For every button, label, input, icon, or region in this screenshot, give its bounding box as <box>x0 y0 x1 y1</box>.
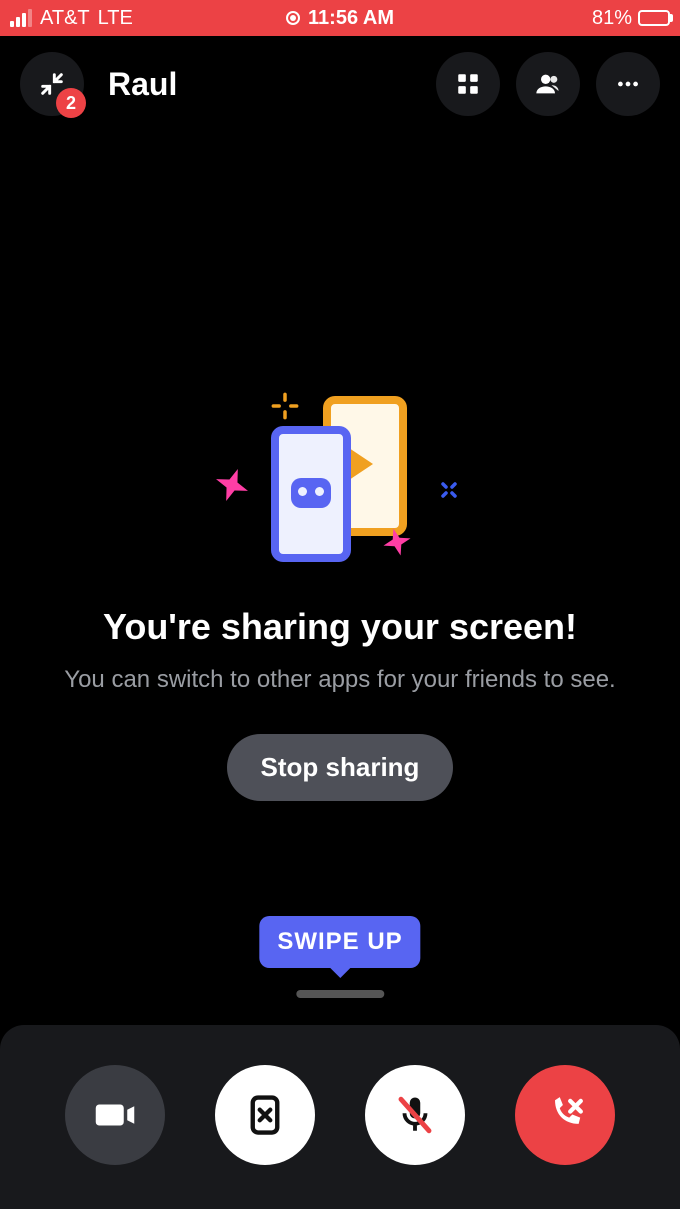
people-icon <box>534 70 562 98</box>
call-title: Raul <box>108 66 177 103</box>
call-controls-sheet <box>0 1025 680 1209</box>
status-left: AT&T LTE <box>10 7 133 30</box>
header-right <box>436 52 660 116</box>
clock-label: 11:56 AM <box>308 7 394 30</box>
sparkle-icon <box>271 392 299 420</box>
hangup-icon <box>544 1094 586 1136</box>
stop-sharing-button[interactable]: Stop sharing <box>227 734 454 801</box>
swipe-up-tooltip: SWIPE UP <box>259 916 420 968</box>
swipe-handle[interactable] <box>296 990 384 998</box>
carrier-label: AT&T <box>40 7 90 30</box>
discord-face-icon <box>291 478 331 508</box>
screen-share-illustration <box>215 386 465 576</box>
stop-screenshare-icon <box>244 1094 286 1136</box>
status-right: 81% <box>592 7 670 30</box>
sparkle-icon <box>383 528 411 556</box>
camera-toggle-button[interactable] <box>65 1065 165 1165</box>
call-header: 2 Raul <box>0 36 680 116</box>
badge-count: 2 <box>66 93 76 114</box>
stop-screenshare-button[interactable] <box>215 1065 315 1165</box>
more-icon <box>615 71 641 97</box>
mute-toggle-button[interactable] <box>365 1065 465 1165</box>
sharing-heading: You're sharing your screen! <box>0 606 680 648</box>
signal-strength-icon <box>10 9 32 27</box>
mic-muted-icon <box>394 1094 436 1136</box>
status-center: 11:56 AM <box>286 7 394 30</box>
hangup-button[interactable] <box>515 1065 615 1165</box>
sparkle-icon <box>437 478 461 502</box>
swipe-up-area[interactable]: SWIPE UP <box>259 916 420 998</box>
sharing-subtext: You can switch to other apps for your fr… <box>0 666 680 694</box>
screen-share-main: You're sharing your screen! You can swit… <box>0 116 680 801</box>
notification-badge: 2 <box>56 88 86 118</box>
status-bar: AT&T LTE 11:56 AM 81% <box>0 0 680 36</box>
arrow-right-icon <box>349 448 373 480</box>
grid-icon <box>455 71 481 97</box>
grid-view-button[interactable] <box>436 52 500 116</box>
recording-indicator-icon <box>286 11 300 25</box>
network-label: LTE <box>98 7 133 30</box>
phone-front-graphic <box>271 426 351 562</box>
minimize-button[interactable]: 2 <box>20 52 84 116</box>
camera-icon <box>94 1094 136 1136</box>
more-options-button[interactable] <box>596 52 660 116</box>
participants-button[interactable] <box>516 52 580 116</box>
sparkle-icon <box>215 468 249 502</box>
header-left: 2 Raul <box>20 52 177 116</box>
battery-icon <box>638 10 670 26</box>
battery-percent-label: 81% <box>592 7 632 30</box>
